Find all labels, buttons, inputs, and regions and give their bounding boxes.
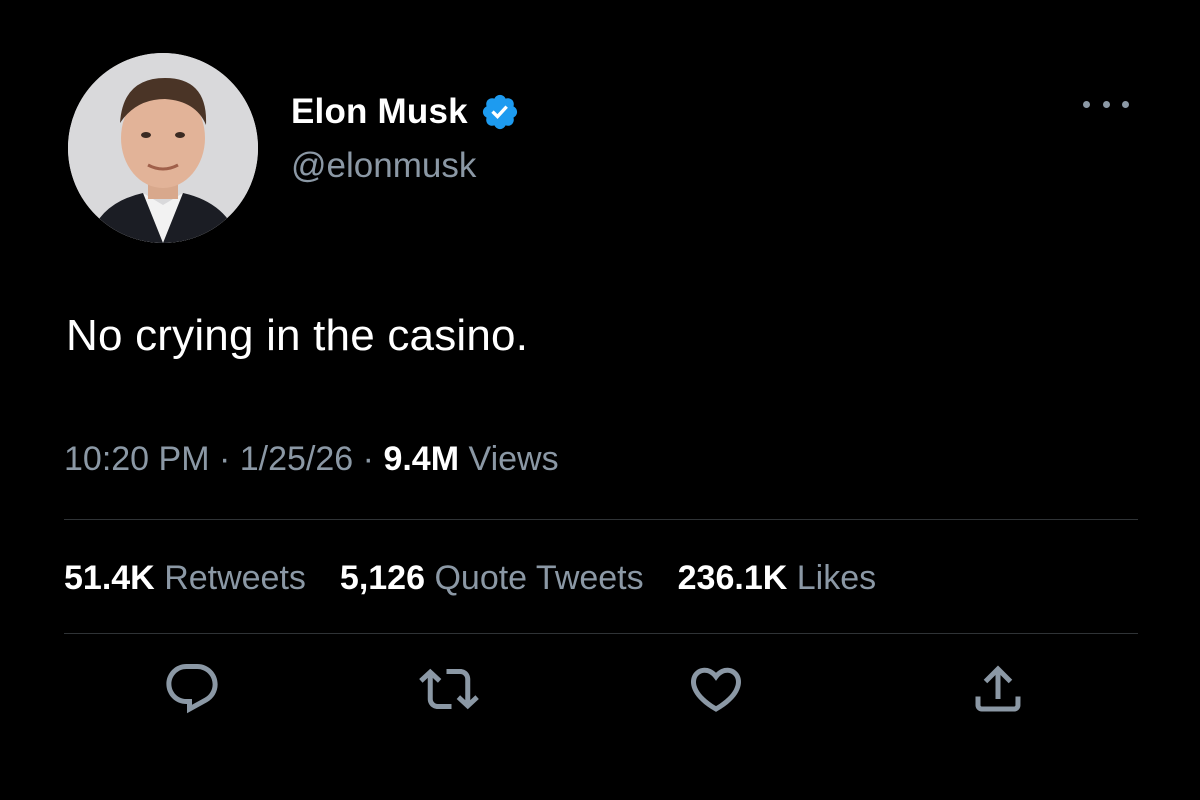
like-button[interactable] [684,657,748,721]
divider [64,519,1138,520]
retweets-count: 51.4K [64,559,155,597]
avatar[interactable] [68,53,258,243]
retweets-stat[interactable]: 51.4K Retweets [64,559,306,598]
verified-badge-icon[interactable] [480,92,520,132]
retweets-label: Retweets [164,559,306,597]
likes-stat[interactable]: 236.1K Likes [678,559,876,598]
views-label: Views [468,440,559,478]
likes-label: Likes [796,559,877,597]
reply-button[interactable] [160,657,224,721]
share-icon [975,665,1021,712]
reply-icon [166,664,218,714]
tweet-text: No crying in the casino. [66,311,529,360]
author-name-row: Elon Musk [291,88,520,136]
retweet-icon [419,668,479,710]
author-handle[interactable]: @elonmusk [291,146,476,186]
meta-separator: · [362,440,374,478]
quote-tweets-stat[interactable]: 5,126 Quote Tweets [340,559,644,598]
tweet-stats: 51.4K Retweets 5,126 Quote Tweets 236.1K… [64,559,910,598]
likes-count: 236.1K [677,559,788,597]
share-button[interactable] [966,657,1030,721]
tweet-date[interactable]: 1/25/26 [240,440,353,478]
profile-photo [68,53,258,243]
divider [64,633,1138,634]
quote-tweets-label: Quote Tweets [434,559,644,597]
more-options-icon[interactable] [1083,92,1129,116]
tweet-time[interactable]: 10:20 PM [64,440,210,478]
tweet-meta: 10:20 PM · 1/25/26 · 9.4M Views [64,440,559,479]
like-icon [690,667,742,712]
views-count: 9.4M [383,440,460,478]
author-display-name[interactable]: Elon Musk [291,92,468,132]
retweet-button[interactable] [417,657,481,721]
quote-tweets-count: 5,126 [339,559,426,597]
meta-separator: · [218,440,231,478]
